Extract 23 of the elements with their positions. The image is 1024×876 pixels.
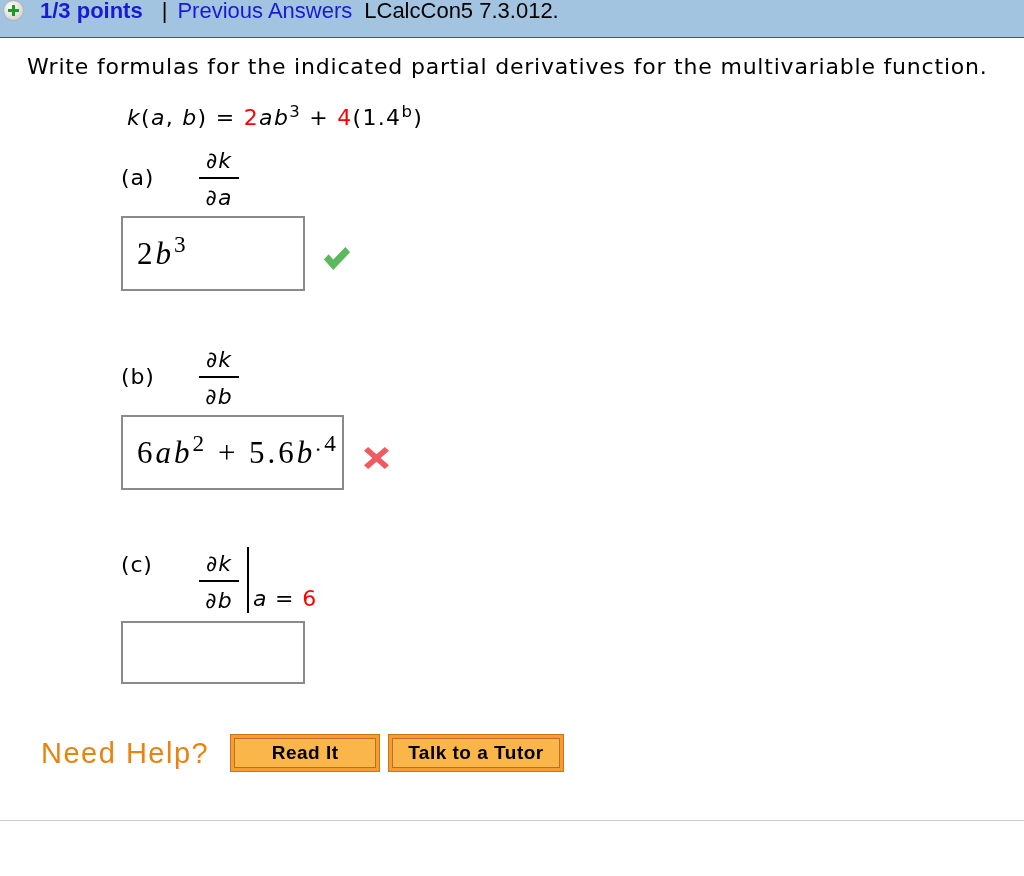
answer-field[interactable]: 6ab$^{2}$ + 5.6b$^{.4}$ xyxy=(121,415,344,490)
fraction-numerator: ∂k xyxy=(205,348,233,374)
need-help-label: Need Help? xyxy=(41,736,210,770)
part-label: (b) xyxy=(121,363,156,391)
question-id: LCalcCon5 7.3.012. xyxy=(364,0,559,22)
part-label: (a) xyxy=(121,164,156,192)
help-button[interactable]: Read It xyxy=(230,734,381,772)
separator-text: | xyxy=(161,0,168,22)
part-label: (c) xyxy=(121,551,154,579)
answer-field[interactable]: 2b$^{3}$ xyxy=(121,216,305,291)
instruction-text: Write formulas for the indicated partial derivatives for the multivariable function. xyxy=(27,53,989,81)
plus-icon[interactable] xyxy=(3,0,24,21)
fraction-numerator: ∂k xyxy=(205,149,233,175)
points-score: 1/3 points xyxy=(40,0,143,22)
fraction-denominator: ∂b xyxy=(205,587,233,613)
answer-field[interactable] xyxy=(121,621,305,684)
fraction-denominator: ∂a xyxy=(205,184,233,210)
evaluation-condition: a = 6 xyxy=(253,585,317,613)
fraction-numerator: ∂k xyxy=(205,552,233,578)
help-button[interactable]: Talk to a Tutor xyxy=(388,734,564,772)
fraction-denominator: ∂b xyxy=(205,383,233,409)
function-formula: k(a, b) = 2ab$^{3}$ + 4(1.4$^{b}$) xyxy=(127,104,424,132)
previous-answers-link[interactable]: Previous Answers xyxy=(177,0,353,22)
